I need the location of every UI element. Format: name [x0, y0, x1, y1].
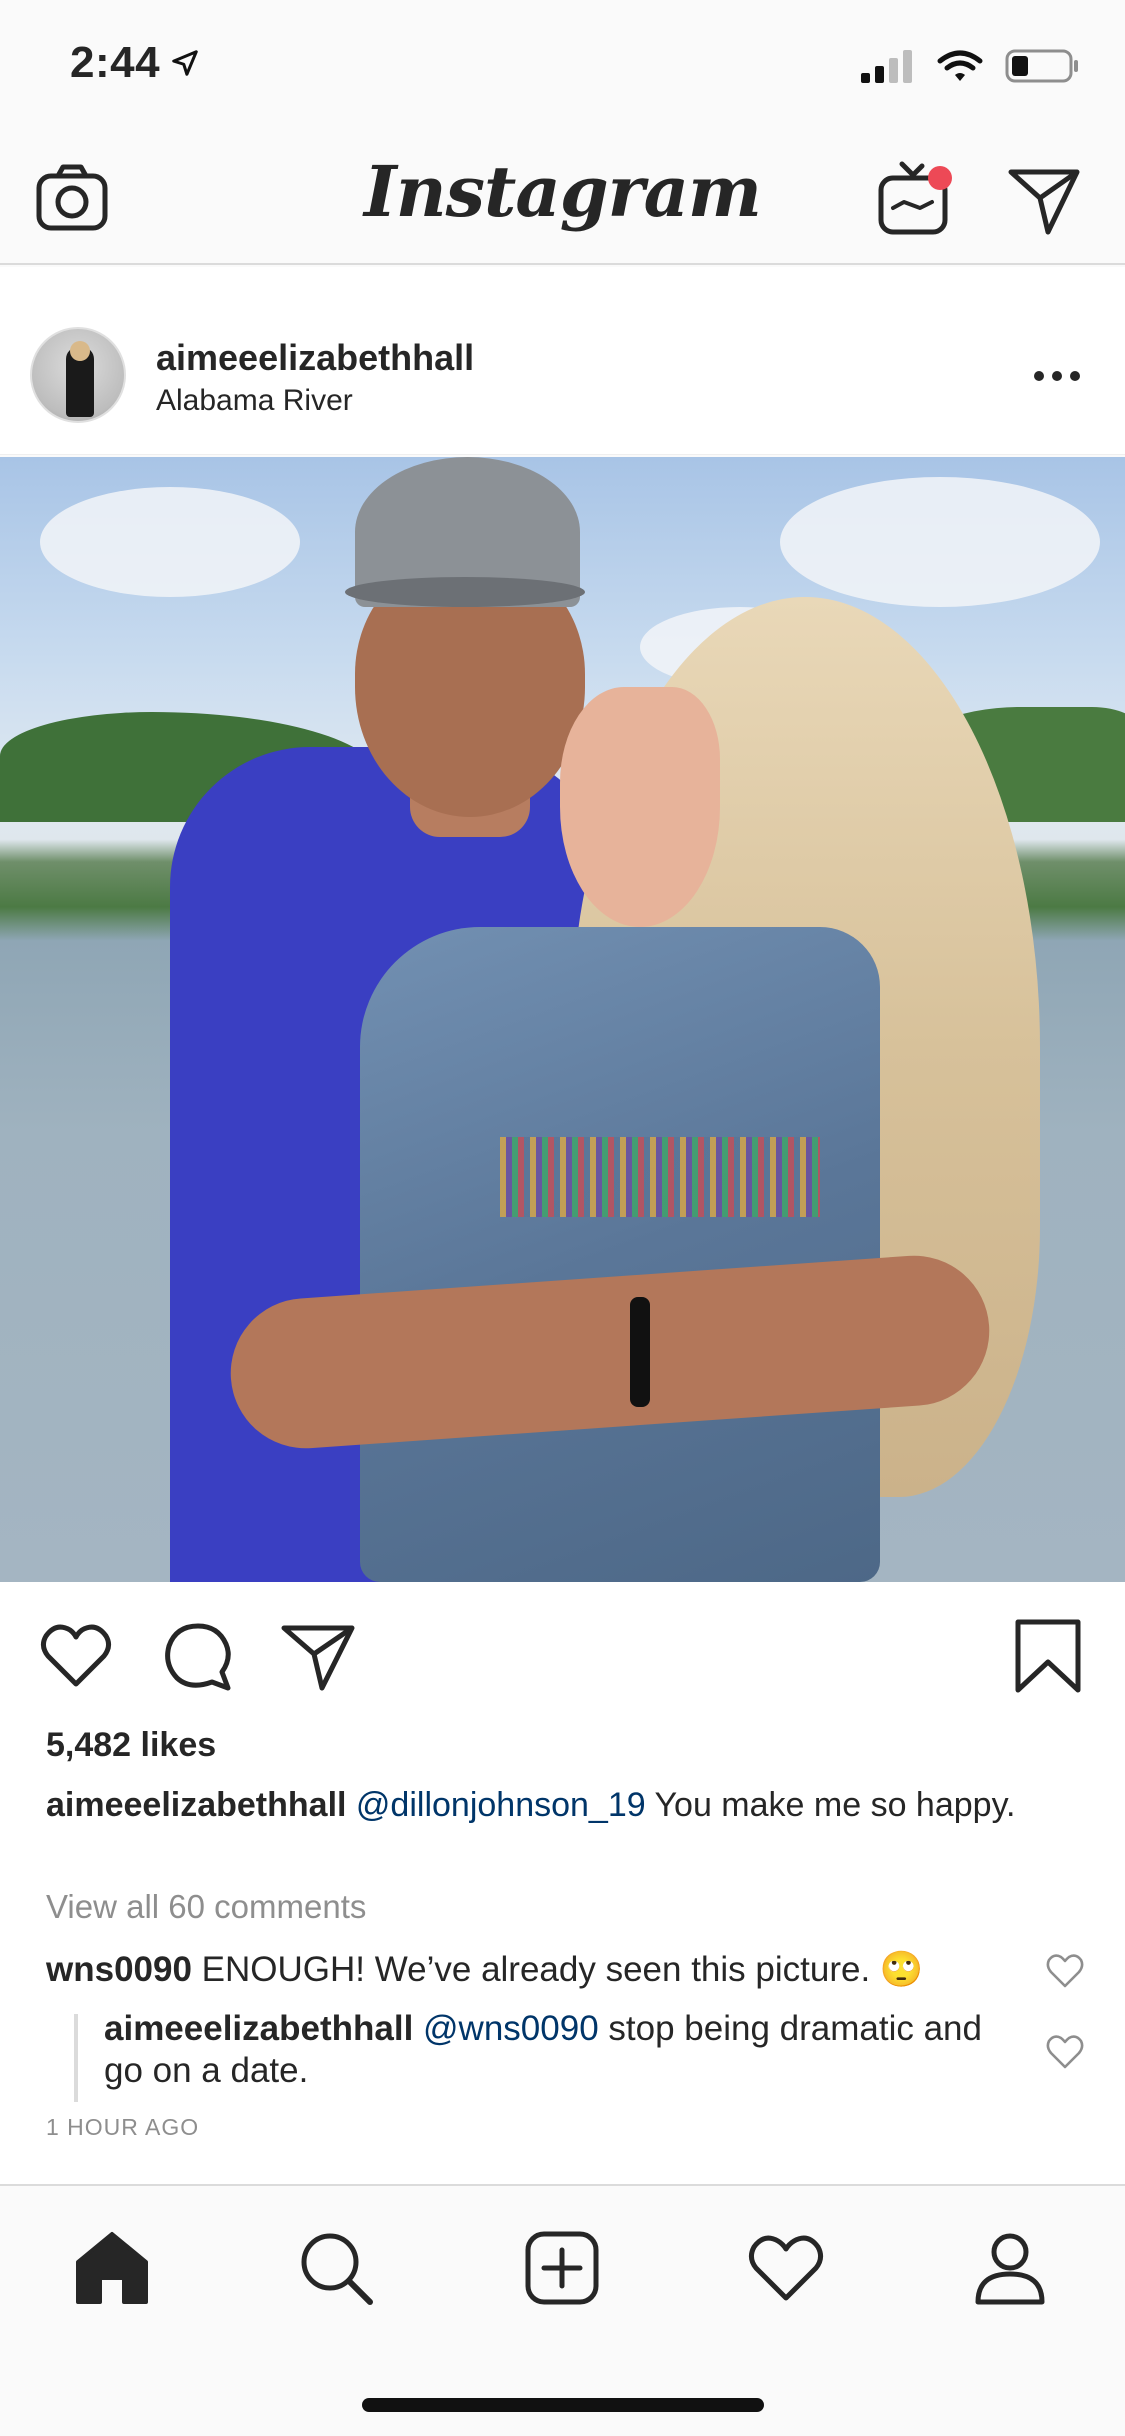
post-location[interactable]: Alabama River	[156, 384, 353, 418]
comment: wns0090 ENOUGH! We’ve already seen this …	[46, 1948, 1036, 1992]
post-timestamp: 1 HOUR AGO	[46, 2114, 200, 2140]
battery-icon	[1005, 49, 1078, 83]
bottom-tab-bar	[0, 2184, 1125, 2436]
home-icon[interactable]	[72, 2228, 152, 2308]
bookmark-icon[interactable]	[1010, 1618, 1086, 1694]
post-body: 5,482 likes aimeeelizabethhall @dillonjo…	[0, 1722, 1125, 2184]
location-arrow-icon	[172, 50, 198, 76]
view-all-comments-link[interactable]: View all 60 comments	[46, 1888, 366, 1926]
likes-count[interactable]: 5,482 likes	[46, 1726, 216, 1765]
post-header: aimeeelizabethhall Alabama River	[0, 267, 1125, 455]
like-reply-heart-icon[interactable]	[1045, 2032, 1085, 2072]
bracelet	[630, 1297, 650, 1407]
heart-icon[interactable]	[38, 1618, 114, 1694]
status-time: 2:44	[70, 38, 200, 88]
new-post-icon[interactable]	[522, 2228, 602, 2308]
igtv-icon[interactable]	[876, 158, 956, 238]
reply-thread-line	[74, 2014, 78, 2102]
caption-text: You make me so happy.	[645, 1786, 1016, 1824]
clock-time: 2:44	[70, 38, 161, 87]
caption: aimeeelizabethhall @dillonjohnson_19 You…	[46, 1784, 1066, 1826]
denim-jacket	[360, 927, 880, 1582]
top-navigation-bar: Instagram	[0, 140, 1125, 265]
more-options-icon[interactable]	[1034, 371, 1080, 383]
post-actions	[0, 1582, 1125, 1722]
notification-dot	[928, 166, 952, 190]
comment-username[interactable]: wns0090	[46, 1950, 192, 1989]
activity-icon[interactable]	[746, 2228, 826, 2308]
profile-icon[interactable]	[970, 2228, 1050, 2308]
caption-mention[interactable]: @dillonjohnson_19	[356, 1786, 646, 1824]
home-indicator[interactable]	[362, 2398, 764, 2412]
post-photo[interactable]	[0, 457, 1125, 1582]
status-indicators	[859, 48, 1081, 84]
reply-mention[interactable]: @wns0090	[423, 2009, 599, 2048]
instagram-logo: Instagram	[364, 150, 762, 233]
cellular-signal-icon	[861, 50, 912, 83]
wifi-icon	[937, 50, 983, 81]
like-comment-heart-icon[interactable]	[1045, 1951, 1085, 1991]
status-bar: 2:44	[0, 0, 1125, 140]
comment-icon[interactable]	[160, 1618, 236, 1694]
comment-reply: aimeeelizabethhall @wns0090 stop being d…	[104, 2008, 1004, 2092]
post-username[interactable]: aimeeelizabethhall	[156, 337, 474, 379]
caption-username[interactable]: aimeeelizabethhall	[46, 1786, 346, 1824]
comment-text: ENOUGH! We’ve already seen this picture.…	[191, 1950, 924, 1989]
share-icon[interactable]	[280, 1618, 356, 1694]
search-icon[interactable]	[296, 2228, 376, 2308]
avatar-head	[70, 341, 90, 361]
direct-message-icon[interactable]	[1006, 162, 1082, 238]
jacket-fringe	[500, 1137, 820, 1217]
reply-username[interactable]: aimeeelizabethhall	[104, 2009, 413, 2048]
avatar[interactable]	[30, 327, 126, 423]
woman-face	[560, 687, 720, 927]
